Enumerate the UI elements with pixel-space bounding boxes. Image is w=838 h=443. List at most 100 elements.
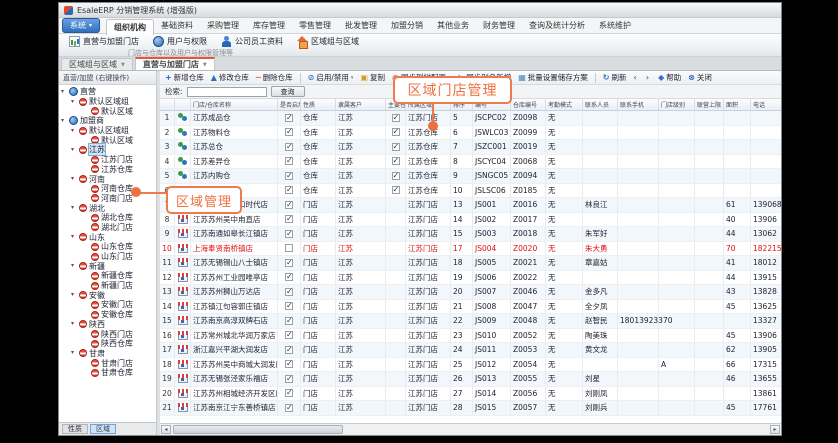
table-row[interactable]: 4 江苏差异仓 仓库 江苏	[160, 155, 781, 170]
expand-caret-icon[interactable]: ▾	[71, 321, 77, 327]
table-row[interactable]: 11 江苏无锡锡山八士镇店 门店 江苏	[160, 256, 781, 271]
scrollbar-thumb[interactable]	[173, 425, 343, 434]
tree-item[interactable]: ▾ 安徽仓库	[59, 310, 156, 320]
table-row[interactable]: 5 江苏内购仓 仓库 江苏	[160, 169, 781, 184]
expand-caret-icon[interactable]: ▾	[71, 176, 77, 182]
enabled-checkbox[interactable]	[285, 244, 293, 252]
table-row[interactable]: 6 江苏临时仓 仓库 江苏	[160, 184, 781, 199]
enabled-checkbox[interactable]	[285, 230, 293, 238]
document-tab[interactable]: 直营与加盟门店 ▼	[135, 57, 215, 70]
toolbar-button[interactable]: ▾	[595, 73, 596, 83]
search-input[interactable]	[187, 87, 267, 97]
col-warehouse-code[interactable]: 仓库编号	[511, 99, 546, 110]
menu-tab[interactable]: 基础资料	[154, 18, 200, 34]
menu-tab[interactable]: 加盟分销	[384, 18, 430, 34]
col-mobile[interactable]: 联系手机	[618, 99, 659, 110]
toolbar-button[interactable]: ▲ 修改仓库 ▾	[211, 72, 249, 83]
table-row[interactable]: 18 江苏苏州吴中商城大润发店 门店 江苏	[160, 358, 781, 373]
enabled-checkbox[interactable]	[285, 317, 293, 325]
enabled-checkbox[interactable]	[285, 375, 293, 383]
tree-item[interactable]: ▾ 山东门店	[59, 252, 156, 262]
tree-item[interactable]: ▾ 默认区域	[59, 135, 156, 145]
table-row[interactable]: 9 江苏南通如皋长江镇店 门店 江苏	[160, 227, 781, 242]
expand-caret-icon[interactable]: ▾	[71, 292, 77, 298]
table-row[interactable]: 16 江苏常州城北华润万家店 门店 江苏	[160, 329, 781, 344]
col-name[interactable]: 门店/仓库名称	[191, 99, 278, 110]
menu-tab[interactable]: 组织机构	[106, 19, 154, 35]
enabled-checkbox[interactable]	[285, 389, 293, 397]
enabled-checkbox[interactable]	[285, 114, 293, 122]
toolbar-button[interactable]: ▣ 复制 ▾	[360, 72, 385, 83]
expand-caret-icon[interactable]: ▾	[61, 89, 67, 95]
expand-caret-icon[interactable]: ▾	[71, 205, 77, 211]
menu-tab[interactable]: 库存管理	[246, 18, 292, 34]
menu-tab[interactable]: 其他业务	[430, 18, 476, 34]
col-joint-limit[interactable]: 联营上限	[695, 99, 724, 110]
col-attendance[interactable]: 考勤模式	[546, 99, 583, 110]
toolbar-button[interactable]: + 新增仓库 ▾	[165, 72, 204, 83]
toolbar-button[interactable]: ▾	[300, 73, 301, 83]
enabled-checkbox[interactable]	[285, 128, 293, 136]
toolbar-button[interactable]: ▦ 批量设置储存方案 ▾	[518, 72, 588, 83]
main-warehouse-checkbox[interactable]	[392, 172, 400, 180]
enabled-checkbox[interactable]	[285, 172, 293, 180]
expand-caret-icon[interactable]: ▾	[71, 234, 77, 240]
system-menu-button[interactable]: 系统 ▾	[62, 18, 100, 33]
col-area[interactable]: 面积	[724, 99, 751, 110]
menu-tab[interactable]: 财务管理	[476, 18, 522, 34]
table-row[interactable]: 8 江苏苏州吴中甪直店 门店 江苏	[160, 213, 781, 228]
enabled-checkbox[interactable]	[285, 259, 293, 267]
enabled-checkbox[interactable]	[285, 331, 293, 339]
tree-item[interactable]: ▾ 江苏仓库	[59, 165, 156, 175]
enabled-checkbox[interactable]	[285, 143, 293, 151]
expand-caret-icon[interactable]: ▾	[61, 118, 67, 124]
tree-item[interactable]: ▾ 甘肃仓库	[59, 368, 156, 378]
enabled-checkbox[interactable]	[285, 273, 293, 281]
menu-tab[interactable]: 系统维护	[592, 18, 638, 34]
toolbar-button[interactable]: ↻ 刷新 ▾	[603, 72, 627, 83]
col-contact[interactable]: 联系人员	[583, 99, 618, 110]
tree-item[interactable]: ▾ 新疆门店	[59, 281, 156, 291]
tree-item[interactable]: ▾ 陕西仓库	[59, 339, 156, 349]
col-store-level[interactable]: 门店级别	[659, 99, 695, 110]
main-warehouse-checkbox[interactable]	[392, 157, 400, 165]
table-row[interactable]: 1 江苏成品仓 仓库 江苏	[160, 111, 781, 126]
table-row[interactable]: 15 江苏南京高淳双牌石店 门店 江苏	[160, 314, 781, 329]
expand-caret-icon[interactable]: ▾	[71, 350, 77, 356]
col-customer[interactable]: 隶属客户	[336, 99, 386, 110]
scroll-right-arrow[interactable]: ▸	[770, 425, 780, 434]
table-row[interactable]: 21 江苏南京江宁东善桥镇店 门店 江苏	[160, 401, 781, 416]
enabled-checkbox[interactable]	[285, 201, 293, 209]
toolbar-button[interactable]: ⊘ 启用/禁用 ▾	[308, 72, 354, 83]
toolbar-button[interactable]: › ▾	[646, 74, 651, 82]
col-phone[interactable]: 电话	[751, 99, 781, 110]
search-button[interactable]: 查询	[271, 86, 305, 97]
table-row[interactable]: 20 江苏苏州相城经济开发区店 门店 江苏	[160, 387, 781, 402]
ribbon-button[interactable]: 区域组与区域	[292, 35, 364, 48]
tree-item[interactable]: ▾ 默认区域	[59, 106, 156, 116]
table-row[interactable]: 14 江苏镇江句容郭庄镇店 门店 江苏	[160, 300, 781, 315]
tree-item[interactable]: ▾ 河南门店	[59, 194, 156, 204]
col-enabled[interactable]: 是否启用	[278, 99, 301, 110]
menu-tab[interactable]: 采购管理	[200, 18, 246, 34]
document-tab[interactable]: 区域组与区域 ▼	[61, 58, 133, 70]
col-type[interactable]: 性质	[301, 99, 336, 110]
menu-tab[interactable]: 查询及统计分析	[522, 18, 592, 34]
enabled-checkbox[interactable]	[285, 157, 293, 165]
ribbon-button[interactable]: 直营与加盟门店	[64, 35, 144, 48]
table-row[interactable]: 13 江苏苏州狮山万达店 门店 江苏	[160, 285, 781, 300]
enabled-checkbox[interactable]	[285, 186, 293, 194]
menu-tab[interactable]: 零售管理	[292, 18, 338, 34]
main-warehouse-checkbox[interactable]	[392, 143, 400, 151]
main-warehouse-checkbox[interactable]	[392, 186, 400, 194]
tree-mode-tab[interactable]: 性质	[62, 424, 88, 434]
tree-mode-tab[interactable]: 区域	[90, 424, 116, 434]
scroll-left-arrow[interactable]: ◂	[161, 425, 171, 434]
ribbon-button[interactable]: 公司员工资料	[216, 35, 288, 48]
table-row[interactable]: 7 江苏南京新街口时代店 门店 江苏	[160, 198, 781, 213]
expand-caret-icon[interactable]: ▾	[71, 128, 77, 134]
ribbon-button[interactable]: 用户与权限	[148, 35, 212, 48]
enabled-checkbox[interactable]	[285, 302, 293, 310]
toolbar-button[interactable]: ─ 删除仓库 ▾	[256, 72, 293, 83]
toolbar-button[interactable]: ⊗ 关闭 ▾	[688, 72, 712, 83]
